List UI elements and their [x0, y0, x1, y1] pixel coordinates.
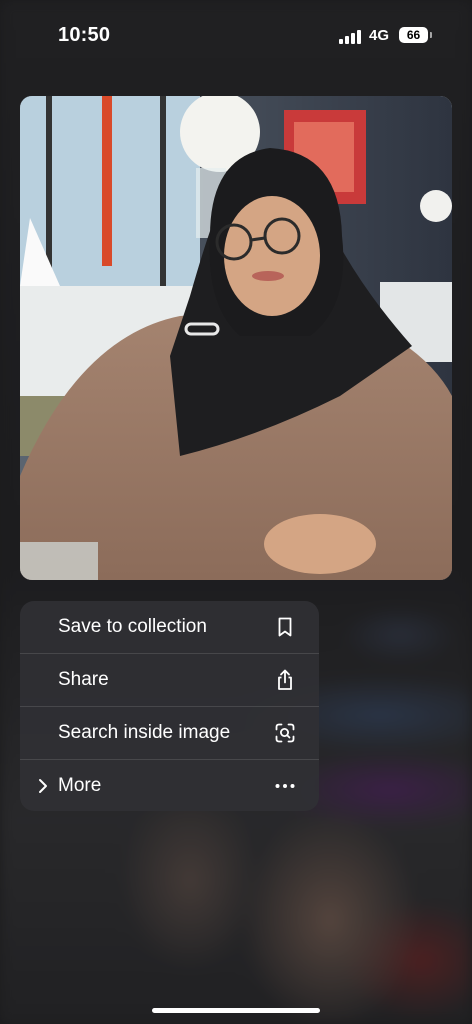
menu-item-label: Search inside image — [58, 722, 231, 743]
menu-item-save-to-collection[interactable]: Save to collection — [20, 601, 319, 654]
home-indicator[interactable] — [152, 1008, 320, 1013]
status-bar: 10:50 4G 66 — [0, 0, 472, 70]
menu-item-search-inside-image[interactable]: Search inside image — [20, 707, 319, 760]
lens-search-icon — [275, 723, 295, 743]
photo-preview[interactable] — [20, 96, 452, 580]
battery-tip — [430, 32, 432, 38]
screen: 10:50 4G 66 Save to collection Share Sea… — [0, 0, 472, 1024]
chevron-right-icon — [39, 779, 47, 793]
share-icon — [278, 669, 292, 690]
menu-item-label: Save to collection — [58, 616, 207, 637]
more-dots-icon — [275, 784, 295, 788]
menu-item-label: More — [58, 775, 102, 796]
battery-icon: 66 — [399, 27, 428, 43]
bookmark-icon — [278, 617, 292, 637]
network-type: 4G — [369, 27, 390, 44]
menu-item-more[interactable]: More — [20, 760, 319, 811]
status-time: 10:50 — [58, 24, 111, 46]
signal-icon — [339, 28, 363, 44]
menu-item-label: Share — [58, 669, 109, 690]
context-menu: Save to collection Share Search inside i… — [20, 601, 319, 811]
menu-item-share[interactable]: Share — [20, 654, 319, 707]
